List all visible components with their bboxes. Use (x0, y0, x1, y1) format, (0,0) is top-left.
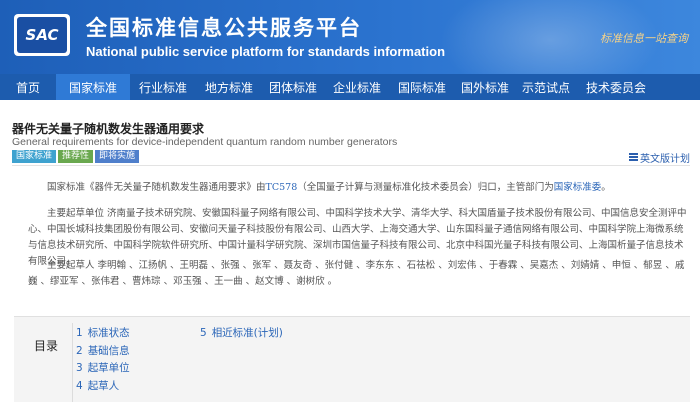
site-slogan: 标准信息一站查询 (600, 32, 688, 45)
dept-link[interactable]: 国家标准委 (554, 182, 602, 193)
directory-column-2: 5 相近标准(计划) (200, 325, 283, 343)
directory-separator (72, 323, 73, 402)
directory-label: 目录 (34, 339, 59, 353)
directory-item-label: 起草单位 (87, 362, 130, 374)
directory-item-num: 5 (200, 327, 207, 339)
directory-box: 目录 1 标准状态 2 基础信息 3 起草单位 4 起草人 5 相近标准(计划) (14, 316, 690, 402)
intro-text-end: 。 (601, 182, 611, 193)
tag-national: 国家标准 (12, 150, 57, 163)
nav-local-standard[interactable]: 地方标准 (196, 74, 262, 100)
nav-national-standard[interactable]: 国家标准 (56, 74, 130, 100)
nav-foreign-standard[interactable]: 国外标准 (454, 74, 516, 100)
nav-technical-committee[interactable]: 技术委员会 (576, 74, 656, 100)
nav-group-standard[interactable]: 团体标准 (262, 74, 324, 100)
sac-logo-text: SAC (17, 17, 67, 53)
site-subtitle: National public service platform for sta… (86, 44, 446, 59)
directory-item-label: 起草人 (87, 379, 120, 392)
directory-item-label: 基础信息 (87, 344, 130, 357)
english-plan-link[interactable]: 英文版计划 (629, 150, 690, 165)
sac-logo[interactable]: SAC (14, 14, 70, 56)
standard-title-en: General requirements for device-independ… (12, 136, 398, 148)
directory-item-similar-standards[interactable]: 5 相近标准(计划) (200, 325, 283, 343)
tag-recommended: 推荐性 (58, 150, 94, 163)
directory-item-num: 2 (76, 344, 83, 357)
directory-column-1: 1 标准状态 2 基础信息 3 起草单位 4 起草人 (76, 325, 130, 395)
main-nav: 首页 国家标准 行业标准 地方标准 团体标准 企业标准 国际标准 国外标准 示范… (0, 74, 700, 100)
directory-item-num: 1 (76, 327, 83, 339)
directory-item-num: 4 (76, 379, 83, 392)
status-tags: 国家标准 推荐性 即将实施 (12, 150, 140, 163)
drafters-paragraph: 主要起草人 李明翰 、江扬帆 、王明磊 、张强 、张军 、聂友奇 、张付健 、李… (28, 260, 685, 287)
header-banner: SAC 全国标准信息公共服务平台 National public service… (0, 0, 700, 74)
directory-item-num: 3 (76, 362, 83, 374)
intro-text-pre: 国家标准《器件无关量子随机数发生器通用要求》由 (47, 182, 266, 193)
title-divider (12, 165, 690, 166)
directory-item-drafting-units[interactable]: 3 起草单位 (76, 360, 130, 378)
nav-industry-standard[interactable]: 行业标准 (130, 74, 196, 100)
directory-item-label: 相近标准(计划) (211, 327, 283, 339)
intro-paragraph: 国家标准《器件无关量子随机数发生器通用要求》由TC578（全国量子计算与测量标准… (28, 180, 690, 196)
directory-item-drafters[interactable]: 4 起草人 (76, 378, 130, 396)
standard-title: 器件无关量子随机数发生器通用要求 (12, 122, 205, 136)
english-plan-label: 英文版计划 (640, 154, 690, 165)
nav-home[interactable]: 首页 (0, 74, 56, 100)
directory-item-status[interactable]: 1 标准状态 (76, 325, 130, 343)
nav-enterprise-standard[interactable]: 企业标准 (324, 74, 390, 100)
nav-international-standard[interactable]: 国际标准 (390, 74, 454, 100)
list-icon (629, 153, 638, 162)
tc-link[interactable]: TC578 (266, 182, 298, 193)
directory-item-basic-info[interactable]: 2 基础信息 (76, 343, 130, 361)
nav-demo-pilot[interactable]: 示范试点 (516, 74, 576, 100)
intro-text-mid: （全国量子计算与测量标准化技术委员会）归口，主管部门为 (297, 182, 554, 193)
site-title: 全国标准信息公共服务平台 (86, 16, 362, 40)
tag-upcoming: 即将实施 (95, 150, 140, 163)
directory-item-label: 标准状态 (87, 327, 130, 339)
